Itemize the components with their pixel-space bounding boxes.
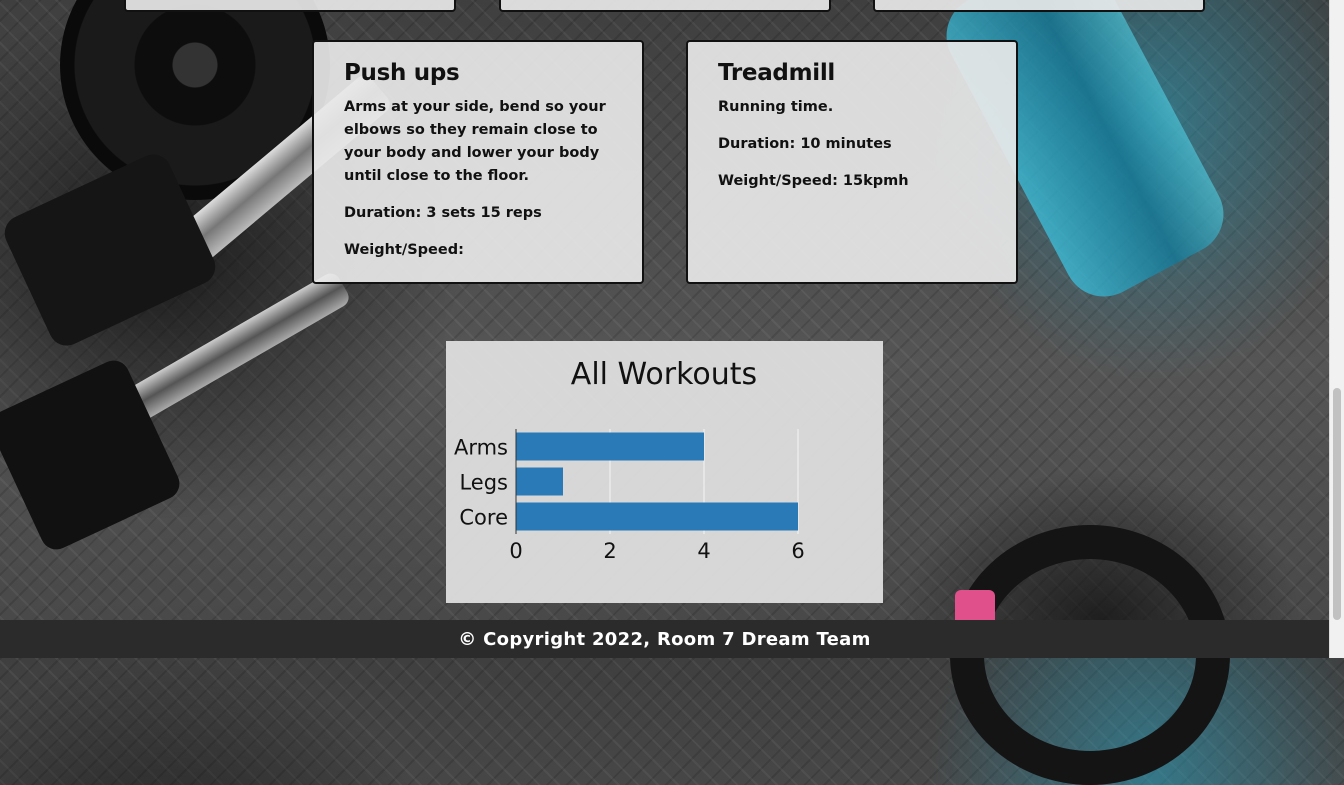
weight-plate-image [60,0,330,200]
workout-card-partial [499,0,831,12]
chart-svg: All Workouts Arms Legs Core 0 2 4 6 [454,357,805,563]
chart-bar-legs [516,467,563,496]
chart-title: All Workouts [571,357,757,392]
page-scrollbar[interactable] [1329,0,1344,658]
dumbbell-image [0,148,222,352]
all-workouts-chart: All Workouts Arms Legs Core 0 2 4 6 [446,341,883,603]
workout-title: Treadmill [718,60,836,86]
chart-x-tick-label: 0 [509,539,522,563]
footer: © Copyright 2022, Room 7 Dream Team [0,620,1329,658]
chart-y-tick-label: Core [459,506,508,530]
workout-card-treadmill: Treadmill Running time. Duration: 10 min… [686,40,1018,284]
chart-x-tick-label: 2 [603,539,616,563]
workout-title: Push ups [344,60,460,86]
workout-duration: Duration: 10 minutes [718,136,892,152]
chart-bar-core [516,502,798,531]
workout-duration: Duration: 3 sets 15 reps [344,205,542,221]
chart-y-tick-label: Legs [459,471,508,495]
workout-description: Arms at your side, bend so your elbows s… [344,99,606,184]
workout-weight: Weight/Speed: [344,242,464,258]
scrollbar-thumb[interactable] [1333,388,1341,620]
workout-card-partial [873,0,1205,12]
workout-card-partial [124,0,456,12]
dumbbell-handle-image [117,269,353,427]
chart-x-tick-label: 6 [791,539,804,563]
workout-weight: Weight/Speed: 15kpmh [718,173,909,189]
chart-y-tick-label: Arms [454,436,508,460]
chart-bar-arms [516,432,704,461]
dumbbell-image [0,355,185,555]
workout-description: Running time. [718,99,834,115]
workout-card-push-ups: Push ups Arms at your side, bend so your… [312,40,644,284]
copyright-text: © Copyright 2022, Room 7 Dream Team [458,628,871,650]
chart-x-tick-label: 4 [697,539,710,563]
